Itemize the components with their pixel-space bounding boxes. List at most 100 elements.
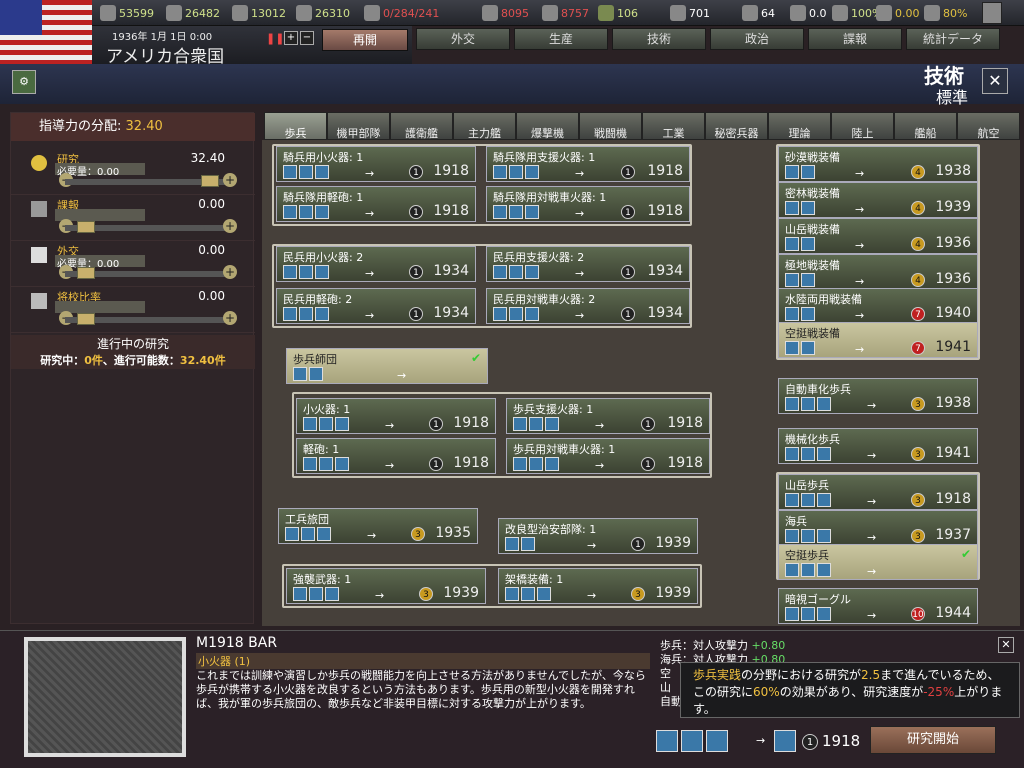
tech-name: M1918 BAR: [196, 635, 278, 651]
tech-node[interactable]: 自動車化歩兵 → 3 1938: [778, 378, 978, 414]
tab-infantry[interactable]: 歩兵: [264, 112, 327, 140]
fuel-resource[interactable]: 8757: [542, 2, 589, 24]
page-subtitle: 標準: [935, 88, 968, 107]
metal-resource[interactable]: 26482: [166, 2, 220, 24]
money-resource[interactable]: 106: [598, 2, 638, 24]
close-button[interactable]: ✕: [982, 68, 1008, 94]
tech-node[interactable]: 民兵用軽砲: 2 → 1 1934: [276, 288, 476, 324]
tech-node[interactable]: 歩兵支援火器: 1 → 1 1918: [506, 398, 710, 434]
nav-technology[interactable]: 技術: [612, 28, 706, 50]
nav-intelligence[interactable]: 諜報: [808, 28, 902, 50]
usa-flag: [0, 0, 92, 64]
tech-photo: [24, 637, 186, 757]
start-research-button[interactable]: 研究開始: [870, 726, 996, 754]
rare-material-icon: [232, 5, 248, 21]
tech-node[interactable]: 山岳歩兵 → 3 1918: [778, 474, 978, 510]
tech-node[interactable]: 強襲武器: 1 → 3 1939: [286, 568, 486, 604]
close-icon[interactable]: ✕: [998, 637, 1014, 653]
tech-node[interactable]: 改良型治安部隊: 1 → 1 1939: [498, 518, 698, 554]
tab-land[interactable]: 陸上: [831, 112, 894, 140]
gear-icon[interactable]: ⚙: [12, 70, 36, 94]
tech-node[interactable]: 騎兵用小火器: 1 → 1 1918: [276, 146, 476, 182]
research-tooltip: 歩兵実践の分野における研究が2.5まで進んでいるため、この研究に60%の効果があ…: [680, 662, 1020, 718]
tech-node[interactable]: 民兵用小火器: 2 → 1 1934: [276, 246, 476, 282]
envelope-icon: [31, 247, 47, 263]
tab-fighters[interactable]: 戦闘機: [579, 112, 642, 140]
tab-air[interactable]: 航空: [957, 112, 1020, 140]
tab-industry[interactable]: 工業: [642, 112, 705, 140]
infantry-icon: [656, 730, 678, 752]
supplies-resource[interactable]: 8095: [482, 2, 529, 24]
dollar-icon: [598, 5, 614, 21]
tech-node[interactable]: 密林戦装備 → 4 1939: [778, 182, 978, 218]
tech-year: 1918: [822, 732, 861, 750]
tab-naval[interactable]: 艦船: [894, 112, 957, 140]
manpower-resource[interactable]: 701: [670, 2, 710, 24]
tech-node[interactable]: 海兵 → 3 1937: [778, 510, 978, 546]
nav-diplomacy[interactable]: 外交: [416, 28, 510, 50]
camera-icon: [790, 5, 806, 21]
leadership-title: 指導力の分配: 32.40: [11, 113, 255, 141]
resource-bar: 53599 26482 13012 26310 0/284/241 8095 8…: [0, 0, 1024, 26]
nav-statistics[interactable]: 統計データ: [906, 28, 1000, 50]
officer-plus-button[interactable]: +: [223, 311, 237, 325]
tech-node[interactable]: 小火器: 1 → 1 1918: [296, 398, 496, 434]
officer-slider-thumb[interactable]: [77, 313, 95, 325]
tab-escort[interactable]: 護衛艦: [390, 112, 453, 140]
tech-node[interactable]: 砂漠戦装備 → 4 1938: [778, 146, 978, 182]
game-date: 1936年 1月 1日 0:00: [112, 32, 213, 43]
espionage-slider-row: 課報 0.00 − +: [11, 195, 255, 241]
tech-node[interactable]: 歩兵用対戦車火器: 1 → 1 1918: [506, 438, 710, 474]
tech-node[interactable]: 機械化歩兵 → 3 1941: [778, 428, 978, 464]
tech-node[interactable]: 騎兵隊用軽砲: 1 → 1 1918: [276, 186, 476, 222]
rare-material-resource[interactable]: 13012: [232, 2, 286, 24]
tech-node[interactable]: 暗視ゴーグル → 10 1944: [778, 588, 978, 624]
tech-node[interactable]: 山岳戦装備 → 4 1936: [778, 218, 978, 254]
tech-node[interactable]: 架橋装備: 1 → 3 1939: [498, 568, 698, 604]
officer-slider-row: 将校比率 0.00 − +: [11, 287, 255, 333]
tech-node[interactable]: 民兵用支援火器: 2 → 1 1934: [486, 246, 690, 282]
dissent-icon: [876, 5, 892, 21]
menu-button[interactable]: [982, 2, 1002, 24]
tech-node[interactable]: 騎兵隊用支援火器: 1 → 1 1918: [486, 146, 690, 182]
research-plus-button[interactable]: +: [223, 173, 237, 187]
nu-resource[interactable]: 100%: [832, 2, 882, 24]
tech-node[interactable]: 空挺戦装備 → 7 1941: [778, 322, 978, 358]
tech-node[interactable]: 騎兵隊用対戦車火器: 1 → 1 1918: [486, 186, 690, 222]
research-slider-thumb[interactable]: [201, 175, 219, 187]
oil-resource[interactable]: 26310: [296, 2, 350, 24]
dissent-resource[interactable]: 0.00: [876, 2, 920, 24]
espionage-plus-button[interactable]: +: [223, 219, 237, 233]
diplomacy-slider-thumb[interactable]: [77, 267, 95, 279]
tab-secret-weapons[interactable]: 秘密兵器: [705, 112, 768, 140]
tab-capital-ships[interactable]: 主力艦: [453, 112, 516, 140]
ic-resource[interactable]: 0/284/241: [364, 2, 439, 24]
officer-value: 0.00: [198, 289, 225, 303]
espionage-slider-thumb[interactable]: [77, 221, 95, 233]
tech-node[interactable]: 軽砲: 1 → 1 1918: [296, 438, 496, 474]
nav-production[interactable]: 生産: [514, 28, 608, 50]
research-value: 32.40: [190, 151, 225, 165]
tech-node[interactable]: 水陸両用戦装備 → 7 1940: [778, 288, 978, 324]
tab-bombers[interactable]: 爆撃機: [516, 112, 579, 140]
spy-resource[interactable]: 0.0: [790, 2, 827, 24]
diplomacy-plus-button[interactable]: +: [223, 265, 237, 279]
tech-category-tabs: 歩兵 機甲部隊 護衛艦 主力艦 爆撃機 戦闘機 工業 秘密兵器 理論 陸上 艦船…: [264, 112, 1020, 140]
diplomacy-resource[interactable]: 64: [742, 2, 775, 24]
tab-theory[interactable]: 理論: [768, 112, 831, 140]
tech-header: [0, 64, 1024, 104]
tech-node[interactable]: 歩兵師団 ✔ →: [286, 348, 488, 384]
arrow-icon: →: [756, 734, 766, 747]
tech-node[interactable]: 民兵用対戦車火器: 2 → 1 1934: [486, 288, 690, 324]
energy-resource[interactable]: 53599: [100, 2, 154, 24]
tech-node[interactable]: 工兵旅団 → 3 1935: [278, 508, 478, 544]
national-unity-resource[interactable]: 80%: [924, 2, 967, 24]
tech-node[interactable]: 空挺歩兵 ✔ →: [778, 544, 978, 580]
diplomacy-slider-row: 外交 必要量：0.00 0.00 − +: [11, 241, 255, 287]
diplomacy-value: 0.00: [198, 243, 225, 257]
nav-politics[interactable]: 政治: [710, 28, 804, 50]
tab-armor[interactable]: 機甲部隊: [327, 112, 390, 140]
infantry-icon: [774, 730, 796, 752]
tech-description: これまでは訓練や演習しか歩兵の戦闘能力を向上させる方法がありませんでしたが、今な…: [196, 669, 646, 710]
tech-node[interactable]: 極地戦装備 → 4 1936: [778, 254, 978, 290]
